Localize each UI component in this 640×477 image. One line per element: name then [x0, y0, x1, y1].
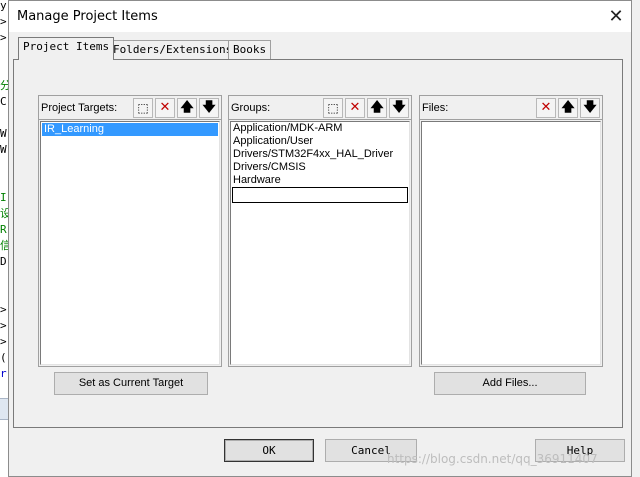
- project-targets-header: Project Targets: ⬚ ✕ 🡅 🡇: [39, 96, 221, 120]
- editor-glyph: >: [0, 303, 7, 316]
- groups-toolbar: ⬚ ✕ 🡅 🡇: [321, 98, 409, 118]
- files-list[interactable]: [421, 121, 601, 365]
- editor-glyph: W: [0, 143, 7, 156]
- editor-glyph: D: [0, 255, 7, 268]
- files-header: Files: ✕ 🡅 🡇: [420, 96, 602, 120]
- list-item-group[interactable]: Application/User: [231, 135, 409, 148]
- editor-glyph: C: [0, 95, 7, 108]
- groups-header: Groups: ⬚ ✕ 🡅 🡇: [229, 96, 411, 120]
- list-item-group[interactable]: Drivers/STM32F4xx_HAL_Driver: [231, 148, 409, 161]
- add-files-button[interactable]: Add Files...: [434, 372, 586, 395]
- groups-group: Groups: ⬚ ✕ 🡅 🡇 Application/MDK-ARM Appl…: [228, 95, 412, 367]
- delete-target-icon[interactable]: ✕: [155, 98, 175, 118]
- ok-button[interactable]: OK: [224, 439, 314, 462]
- move-group-up-icon[interactable]: 🡅: [367, 98, 387, 118]
- files-label: Files:: [422, 102, 449, 114]
- move-target-down-icon[interactable]: 🡇: [199, 98, 219, 118]
- manage-project-items-dialog: Manage Project Items ✕ Project Items Fol…: [8, 0, 632, 477]
- groups-label: Groups:: [231, 102, 271, 114]
- title-bar[interactable]: Manage Project Items ✕: [9, 1, 631, 32]
- dialog-title: Manage Project Items: [17, 9, 158, 24]
- editor-glyph: >: [0, 31, 7, 44]
- editor-glyph: y: [0, 0, 7, 12]
- editor-glyph: W: [0, 127, 7, 140]
- project-targets-list[interactable]: IR_Learning: [40, 121, 220, 365]
- editor-glyph: >: [0, 15, 7, 28]
- list-item-ir-learning[interactable]: IR_Learning: [42, 123, 218, 136]
- new-group-name-input[interactable]: [232, 187, 408, 203]
- tab-folders-extensions[interactable]: Folders/Extensions: [108, 40, 238, 59]
- cancel-button[interactable]: Cancel: [325, 439, 417, 462]
- editor-glyph: >: [0, 335, 7, 348]
- files-toolbar: ✕ 🡅 🡇: [534, 98, 600, 118]
- delete-group-icon[interactable]: ✕: [345, 98, 365, 118]
- list-item-group[interactable]: Hardware: [231, 174, 409, 187]
- new-group-icon[interactable]: ⬚: [323, 98, 343, 118]
- project-targets-toolbar: ⬚ ✕ 🡅 🡇: [131, 98, 219, 118]
- tab-project-items[interactable]: Project Items: [18, 37, 115, 60]
- files-group: Files: ✕ 🡅 🡇: [419, 95, 603, 367]
- list-item-group[interactable]: Drivers/CMSIS: [231, 161, 409, 174]
- editor-glyph: >: [0, 319, 7, 332]
- project-targets-label: Project Targets:: [41, 102, 118, 114]
- editor-glyph: r: [0, 367, 7, 380]
- delete-file-icon[interactable]: ✕: [536, 98, 556, 118]
- groups-list[interactable]: Application/MDK-ARM Application/User Dri…: [230, 121, 410, 365]
- close-icon[interactable]: ✕: [601, 1, 631, 32]
- help-button[interactable]: Help: [535, 439, 625, 462]
- new-target-icon[interactable]: ⬚: [133, 98, 153, 118]
- move-group-down-icon[interactable]: 🡇: [389, 98, 409, 118]
- move-target-up-icon[interactable]: 🡅: [177, 98, 197, 118]
- project-targets-group: Project Targets: ⬚ ✕ 🡅 🡇 IR_Learning: [38, 95, 222, 367]
- move-file-down-icon[interactable]: 🡇: [580, 98, 600, 118]
- editor-glyph: (: [0, 351, 7, 364]
- list-item-group[interactable]: Application/MDK-ARM: [231, 122, 409, 135]
- editor-glyph: I: [0, 191, 7, 204]
- set-current-target-button[interactable]: Set as Current Target: [54, 372, 208, 395]
- editor-glyph: R: [0, 223, 7, 236]
- move-file-up-icon[interactable]: 🡅: [558, 98, 578, 118]
- tab-books[interactable]: Books: [228, 40, 272, 59]
